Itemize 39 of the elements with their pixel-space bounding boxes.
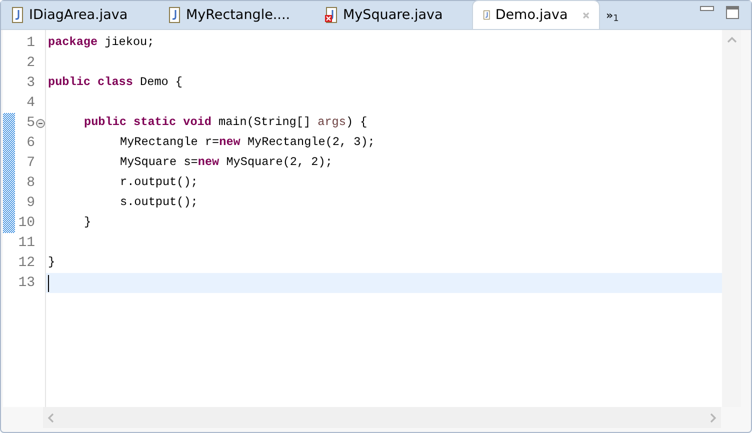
code-line: s.output(); — [119, 194, 198, 212]
line-number: 9 — [26, 194, 35, 212]
horizontal-scrollbar[interactable] — [43, 407, 721, 428]
minimize-icon[interactable] — [700, 6, 714, 12]
editor-tab[interactable]: MyRectangle.... — [158, 1, 315, 29]
line-number: 13 — [17, 274, 35, 292]
line-number: 3 — [26, 74, 35, 92]
code-line: } — [83, 214, 92, 232]
code-line: r.output(); — [119, 174, 198, 192]
text-cursor — [48, 274, 49, 292]
code-line: } — [47, 254, 56, 272]
line-number: 5 — [26, 114, 35, 132]
scroll-up-icon[interactable] — [726, 36, 736, 43]
maximize-icon[interactable] — [726, 6, 739, 18]
line-number: 12 — [17, 254, 35, 272]
line-number: 1 — [26, 34, 35, 52]
scroll-right-icon[interactable] — [710, 412, 717, 422]
java-file-icon — [11, 7, 24, 23]
collapse-icon[interactable] — [36, 118, 45, 128]
line-number: 6 — [26, 134, 35, 152]
line-number: 10 — [17, 214, 35, 232]
editor-tab[interactable]: Demo.java — [472, 0, 600, 29]
editor-tab[interactable]: MySquare.java — [315, 1, 472, 29]
java-file-icon — [325, 7, 338, 23]
code-line: public static void main(String[] args) { — [83, 114, 368, 132]
code-line: public class Demo { — [47, 74, 183, 92]
overflow-tabs-button[interactable]: »$_{1}$ — [600, 10, 625, 20]
line-number: 8 — [26, 174, 35, 192]
java-file-icon — [168, 7, 181, 23]
editor-tab[interactable]: IDiagArea.java — [1, 1, 158, 29]
line-number: 11 — [17, 234, 35, 252]
code-line: MyRectangle r=new MyRectangle(2, 3); — [119, 134, 375, 152]
code-line: package jiekou; — [47, 34, 154, 52]
scroll-left-icon[interactable] — [47, 412, 54, 422]
line-number: 4 — [26, 94, 35, 112]
line-number: 7 — [26, 154, 35, 172]
close-icon[interactable] — [582, 10, 589, 20]
code-line: MySquare s=new MySquare(2, 2); — [119, 154, 332, 172]
line-number: 2 — [26, 54, 35, 72]
